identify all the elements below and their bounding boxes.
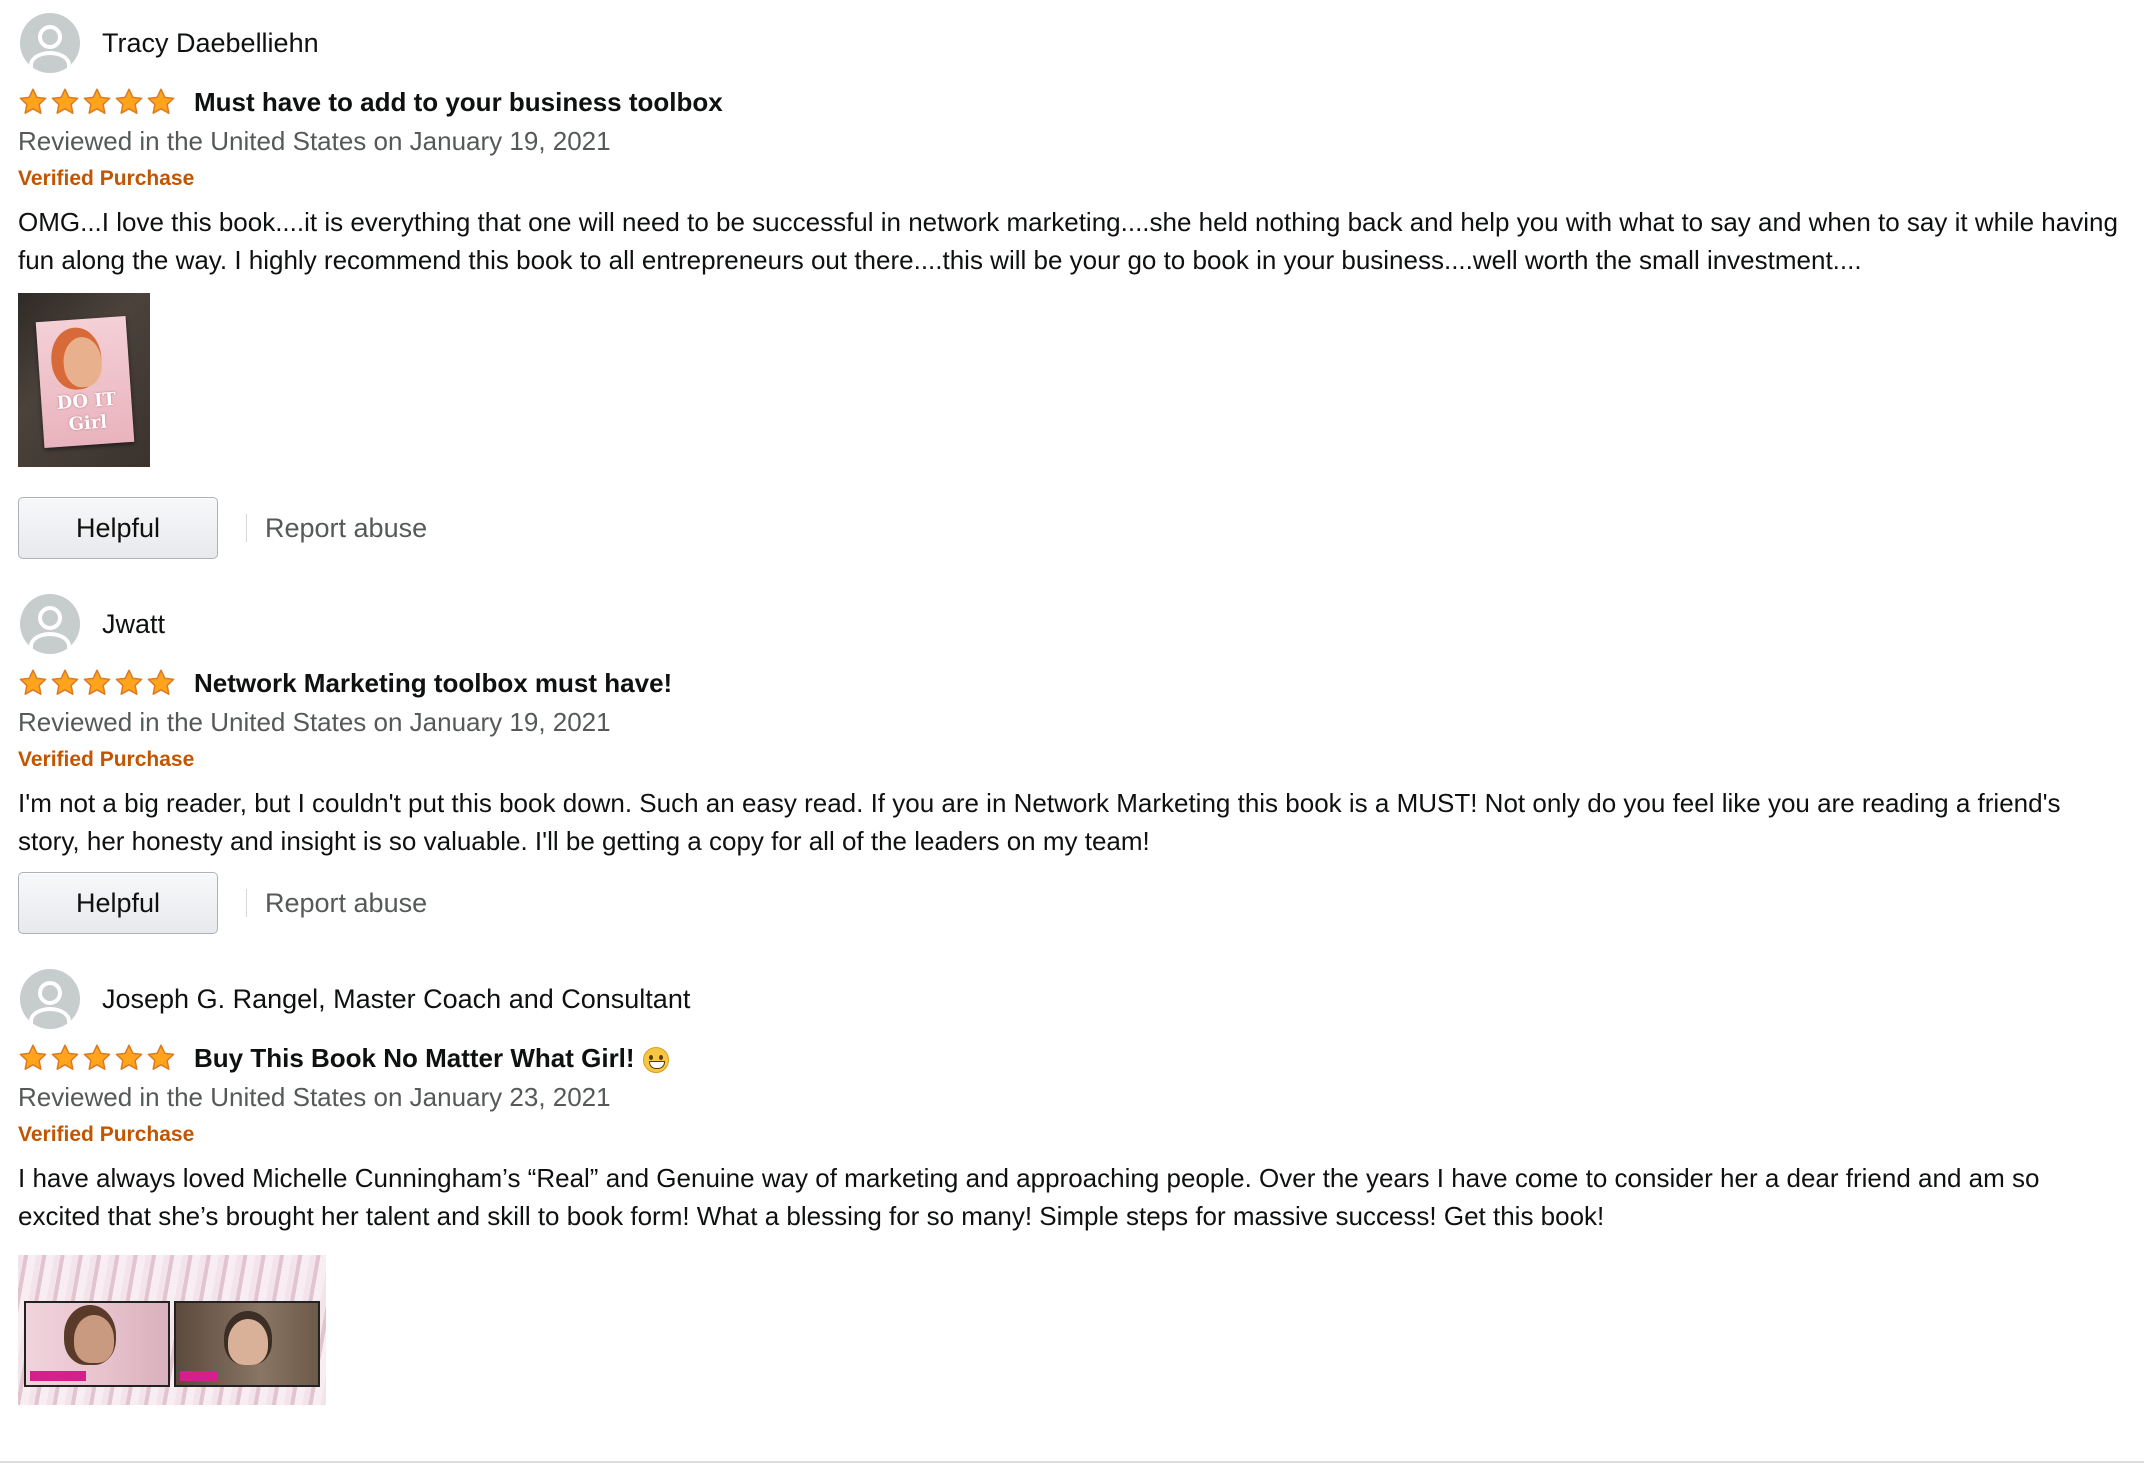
star-icon [18, 87, 48, 117]
book-cover-image: DO IT Girl [35, 316, 135, 448]
star-icon [114, 87, 144, 117]
reviewer-name[interactable]: Joseph G. Rangel, Master Coach and Consu… [102, 984, 690, 1015]
star-icon [82, 1043, 112, 1073]
video-frame-left [24, 1301, 170, 1387]
star-icon [82, 87, 112, 117]
divider [246, 514, 247, 542]
review-image-thumbnail[interactable]: DO IT Girl [18, 293, 150, 467]
verified-purchase-badge: Verified Purchase [18, 167, 195, 190]
book-cover-text: DO IT Girl [56, 388, 117, 436]
star-icon [114, 1043, 144, 1073]
reviews-list: Tracy Daebelliehn Must have to add to yo… [18, 12, 2128, 1405]
star-icon [82, 668, 112, 698]
helpful-button[interactable]: Helpful [18, 497, 218, 559]
star-icon [50, 87, 80, 117]
star-icon [18, 668, 48, 698]
reviewer-profile[interactable]: Tracy Daebelliehn [18, 12, 2128, 74]
star-icon [50, 668, 80, 698]
review-date: Reviewed in the United States on January… [18, 707, 611, 737]
reviewer-profile[interactable]: Joseph G. Rangel, Master Coach and Consu… [18, 968, 2128, 1030]
review-card: Tracy Daebelliehn Must have to add to yo… [18, 12, 2128, 559]
divider [246, 889, 247, 917]
review-date: Reviewed in the United States on January… [18, 126, 611, 156]
review-title-row: Buy This Book No Matter What Girl! [18, 1038, 2128, 1078]
avatar-icon [20, 13, 80, 73]
review-actions: Helpful Report abuse [18, 872, 2128, 934]
review-actions: Helpful Report abuse [18, 497, 2128, 559]
review-date: Reviewed in the United States on January… [18, 1082, 611, 1112]
report-abuse-link[interactable]: Report abuse [265, 513, 427, 544]
reviewer-profile[interactable]: Jwatt [18, 593, 2128, 655]
helpful-button[interactable]: Helpful [18, 872, 218, 934]
review-title-text: Buy This Book No Matter What Girl! [194, 1042, 635, 1073]
reviewer-name[interactable]: Jwatt [102, 609, 165, 640]
star-rating[interactable] [18, 87, 176, 117]
star-icon [50, 1043, 80, 1073]
review-body: I have always loved Michelle Cunningham’… [18, 1163, 2040, 1231]
review-card: Joseph G. Rangel, Master Coach and Consu… [18, 968, 2128, 1405]
review-title-row: Must have to add to your business toolbo… [18, 82, 2128, 122]
star-icon [146, 87, 176, 117]
review-title[interactable]: Buy This Book No Matter What Girl! [194, 1043, 669, 1074]
verified-purchase-badge: Verified Purchase [18, 1123, 195, 1146]
review-body: I'm not a big reader, but I couldn't put… [18, 788, 2061, 856]
report-abuse-link[interactable]: Report abuse [265, 888, 427, 919]
video-frame-right [174, 1301, 320, 1387]
review-title[interactable]: Must have to add to your business toolbo… [194, 87, 723, 118]
avatar-icon [20, 594, 80, 654]
review-card: Jwatt Network Marketing toolbox must hav… [18, 593, 2128, 934]
page-divider [0, 1461, 2144, 1463]
verified-purchase-badge: Verified Purchase [18, 748, 195, 771]
star-icon [18, 1043, 48, 1073]
reviewer-name[interactable]: Tracy Daebelliehn [102, 28, 319, 59]
star-icon [114, 668, 144, 698]
review-image-thumbnail[interactable] [18, 1255, 326, 1405]
review-title[interactable]: Network Marketing toolbox must have! [194, 668, 672, 699]
star-icon [146, 668, 176, 698]
star-rating[interactable] [18, 1043, 176, 1073]
avatar-icon [20, 969, 80, 1029]
review-body: OMG...I love this book....it is everythi… [18, 207, 2118, 275]
star-icon [146, 1043, 176, 1073]
review-title-row: Network Marketing toolbox must have! [18, 663, 2128, 703]
star-rating[interactable] [18, 668, 176, 698]
grinning-face-emoji-icon [642, 1046, 669, 1073]
